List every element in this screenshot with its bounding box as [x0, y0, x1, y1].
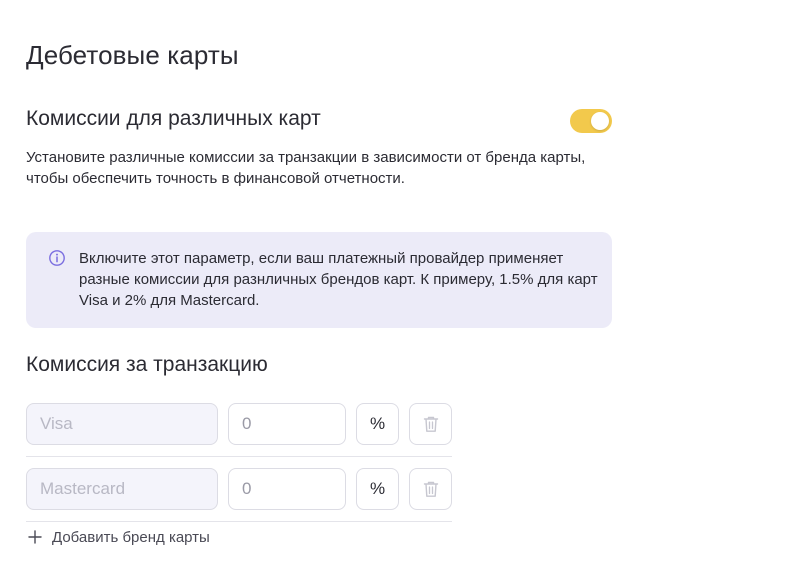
fee-value-input[interactable] — [228, 468, 346, 510]
transaction-fee-title: Комиссия за транзакцию — [26, 353, 268, 376]
card-fees-section-title: Комиссии для различных карт — [26, 107, 321, 130]
add-card-brand-label: Добавить бренд карты — [52, 528, 210, 546]
fee-row-visa: % — [26, 403, 452, 445]
page-title: Дебетовые карты — [26, 40, 239, 70]
delete-row-button[interactable] — [409, 468, 452, 510]
plus-icon — [28, 530, 42, 544]
card-fees-toggle[interactable] — [570, 109, 612, 133]
delete-row-button[interactable] — [409, 403, 452, 445]
card-fees-description: Установите различные комиссии за транзак… — [26, 149, 586, 187]
fee-row-mastercard: % — [26, 468, 452, 510]
row-divider — [26, 521, 452, 522]
trash-icon — [423, 416, 438, 432]
brand-name-input[interactable] — [26, 468, 218, 510]
info-callout: Включите этот параметр, если ваш платежн… — [26, 232, 612, 328]
toggle-knob — [591, 112, 609, 130]
trash-icon — [423, 481, 438, 497]
add-card-brand-button[interactable]: Добавить бренд карты — [28, 527, 210, 547]
row-divider — [26, 456, 452, 457]
fee-unit-button[interactable]: % — [356, 468, 399, 510]
info-text: Включите этот параметр, если ваш платежн… — [79, 250, 598, 309]
fee-unit-button[interactable]: % — [356, 403, 399, 445]
brand-name-input[interactable] — [26, 403, 218, 445]
fee-value-input[interactable] — [228, 403, 346, 445]
debit-cards-settings-page: Дебетовые карты Комиссии для различных к… — [0, 0, 802, 576]
info-icon — [49, 250, 65, 266]
